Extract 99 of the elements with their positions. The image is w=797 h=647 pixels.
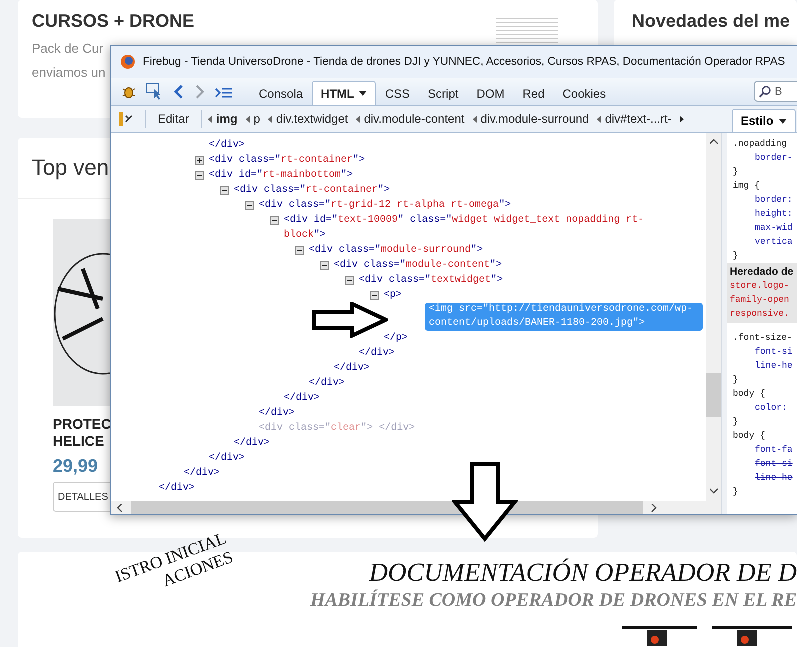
collapse-toggle-icon[interactable] <box>245 201 254 210</box>
collapse-toggle-icon[interactable] <box>295 246 304 255</box>
breadcrumb-separator-icon <box>268 116 272 122</box>
inherited-source-link[interactable]: responsive. <box>730 307 797 321</box>
css-property[interactable]: vertica <box>733 235 797 249</box>
panel-tab[interactable]: HTML <box>312 81 376 105</box>
scroll-down-icon[interactable] <box>710 488 718 494</box>
command-line-icon[interactable] <box>215 86 233 100</box>
css-selector: .font-size- <box>733 332 794 345</box>
banner-subtitle: HABILÍTESE COMO OPERADOR DE DRONES EN EL RE <box>310 590 797 612</box>
css-selector: body { <box>733 430 766 443</box>
closing-markup-line: </div> <box>234 436 270 451</box>
product-name: PROTEC <box>53 416 112 433</box>
search-field[interactable]: B <box>754 81 797 102</box>
closing-markup-line: </div> <box>184 466 220 481</box>
highlight-icon[interactable] <box>117 111 133 127</box>
css-property[interactable]: max-wid <box>733 221 797 235</box>
css-selector: .nopadding <box>733 138 788 151</box>
card-title: Novedades del me <box>632 11 792 32</box>
closing-markup-line: </div> <box>159 482 196 496</box>
css-brace: } <box>733 374 740 387</box>
back-icon[interactable] <box>173 84 185 100</box>
css-property[interactable]: font-fa <box>733 443 797 457</box>
breadcrumb-item[interactable]: div.module-content <box>360 112 473 126</box>
collapse-toggle-icon[interactable] <box>270 216 279 225</box>
panel-tab[interactable]: Red <box>514 81 554 105</box>
breadcrumb-separator-icon <box>246 116 250 122</box>
closing-markup-line: </div> <box>209 138 246 153</box>
breadcrumb-item[interactable]: div.textwidget <box>272 112 356 126</box>
panel-tab[interactable]: Consola <box>250 81 312 105</box>
caret-icon <box>359 91 368 96</box>
card-text: enviamos un <box>32 65 107 80</box>
markup-line[interactable]: <div class="rt-grid-12 rt-alpha rt-omega"> <box>259 198 512 213</box>
browser-logo-icon <box>120 54 136 70</box>
panel-tab[interactable]: CSS <box>376 81 420 105</box>
window-title: Firebug - Tienda UniversoDrone - Tienda de drones DJI y YUNNEC, Accesorios, Cursos RPAS, Documentación Operador RPAS <box>143 56 786 68</box>
breadcrumb-item[interactable]: img <box>212 112 246 126</box>
css-property[interactable]: font-si <box>733 457 797 471</box>
closing-markup-line: </div> <box>359 346 396 361</box>
css-brace: } <box>733 166 740 179</box>
search-icon <box>759 85 772 98</box>
inherited-source-link[interactable]: store.logo- <box>730 279 797 293</box>
card-text: Pack de Cur <box>32 41 105 56</box>
css-selector: body { <box>733 388 766 401</box>
css-property[interactable]: font-si <box>733 345 797 359</box>
css-property[interactable]: line-he <box>733 359 797 373</box>
css-property[interactable]: height: <box>733 207 797 221</box>
banner-title: DOCUMENTACIÓN OPERADOR DE D <box>369 558 797 588</box>
markup-line[interactable]: <div id="rt-mainbottom"> <box>209 168 354 183</box>
breadcrumb-separator-icon <box>472 116 477 122</box>
closing-markup-line: </div> <box>284 392 320 406</box>
inherited-header: Heredado de <box>730 265 795 279</box>
card-title: CURSOS + DRONE <box>32 11 195 32</box>
breadcrumb-item[interactable]: div#text-...rt- <box>601 112 680 126</box>
inherited-source-link[interactable]: family-open <box>730 293 797 307</box>
product-price: 29,99 <box>53 456 98 477</box>
scroll-left-icon[interactable] <box>117 504 123 512</box>
scroll-up-icon[interactable] <box>710 139 718 145</box>
markup-line[interactable]: <div class="module-surround"> <box>309 243 484 258</box>
panel-tab[interactable]: Script <box>419 81 468 105</box>
breadcrumb-item[interactable]: div.module-surround <box>476 112 598 126</box>
scroll-right-icon[interactable] <box>680 116 684 122</box>
collapse-toggle-icon[interactable] <box>195 171 204 180</box>
scroll-right-icon[interactable] <box>651 504 657 512</box>
panel-tab[interactable]: Cookies <box>554 81 616 105</box>
scrollbar-thumb[interactable] <box>706 373 721 417</box>
collapse-toggle-icon[interactable] <box>345 276 354 285</box>
css-property[interactable]: line-he <box>733 471 797 485</box>
collapse-toggle-icon[interactable] <box>320 261 329 270</box>
css-brace: } <box>733 486 740 499</box>
closing-markup-line: </div> <box>259 406 296 421</box>
css-property[interactable]: color: <box>733 401 797 415</box>
breadcrumb-item[interactable]: p <box>250 112 268 126</box>
css-property[interactable]: border- <box>733 151 797 165</box>
collapse-toggle-icon[interactable] <box>220 186 229 195</box>
vertical-scrollbar[interactable] <box>706 133 721 514</box>
style-tab[interactable]: Estilo <box>732 109 796 132</box>
expand-toggle-icon[interactable] <box>195 156 204 165</box>
markup-line[interactable]: <p> <box>384 288 402 303</box>
closing-markup-line: </div> <box>309 376 346 391</box>
markup-line[interactable]: <div class="module-content"> <box>334 258 502 273</box>
collapse-toggle-icon[interactable] <box>370 291 379 300</box>
css-brace: } <box>733 416 740 429</box>
closing-markup-line: </div> <box>209 452 246 466</box>
markup-line[interactable]: <div class="rt-container"> <box>209 153 366 168</box>
breadcrumb-separator-icon <box>208 116 212 122</box>
breadcrumb-separator-icon <box>597 116 602 122</box>
panel-tab[interactable]: DOM <box>468 81 514 105</box>
closing-markup-line: </p> <box>384 332 408 346</box>
product-name: HELICE <box>53 433 104 450</box>
markup-line[interactable]: <div id="text-10009" class="widget widget_text nopadding rt-block"> <box>284 213 651 243</box>
markup-line[interactable]: <div class="textwidget"> <box>359 273 504 288</box>
css-brace: } <box>733 250 740 263</box>
css-property[interactable]: border: <box>733 193 797 207</box>
edit-button[interactable]: Editar <box>152 112 196 126</box>
closing-markup-line: </div> <box>334 362 370 376</box>
breadcrumb-separator-icon <box>356 116 360 122</box>
css-selector: img { <box>733 180 762 193</box>
markup-line[interactable]: <div class="rt-container"> <box>234 183 390 198</box>
